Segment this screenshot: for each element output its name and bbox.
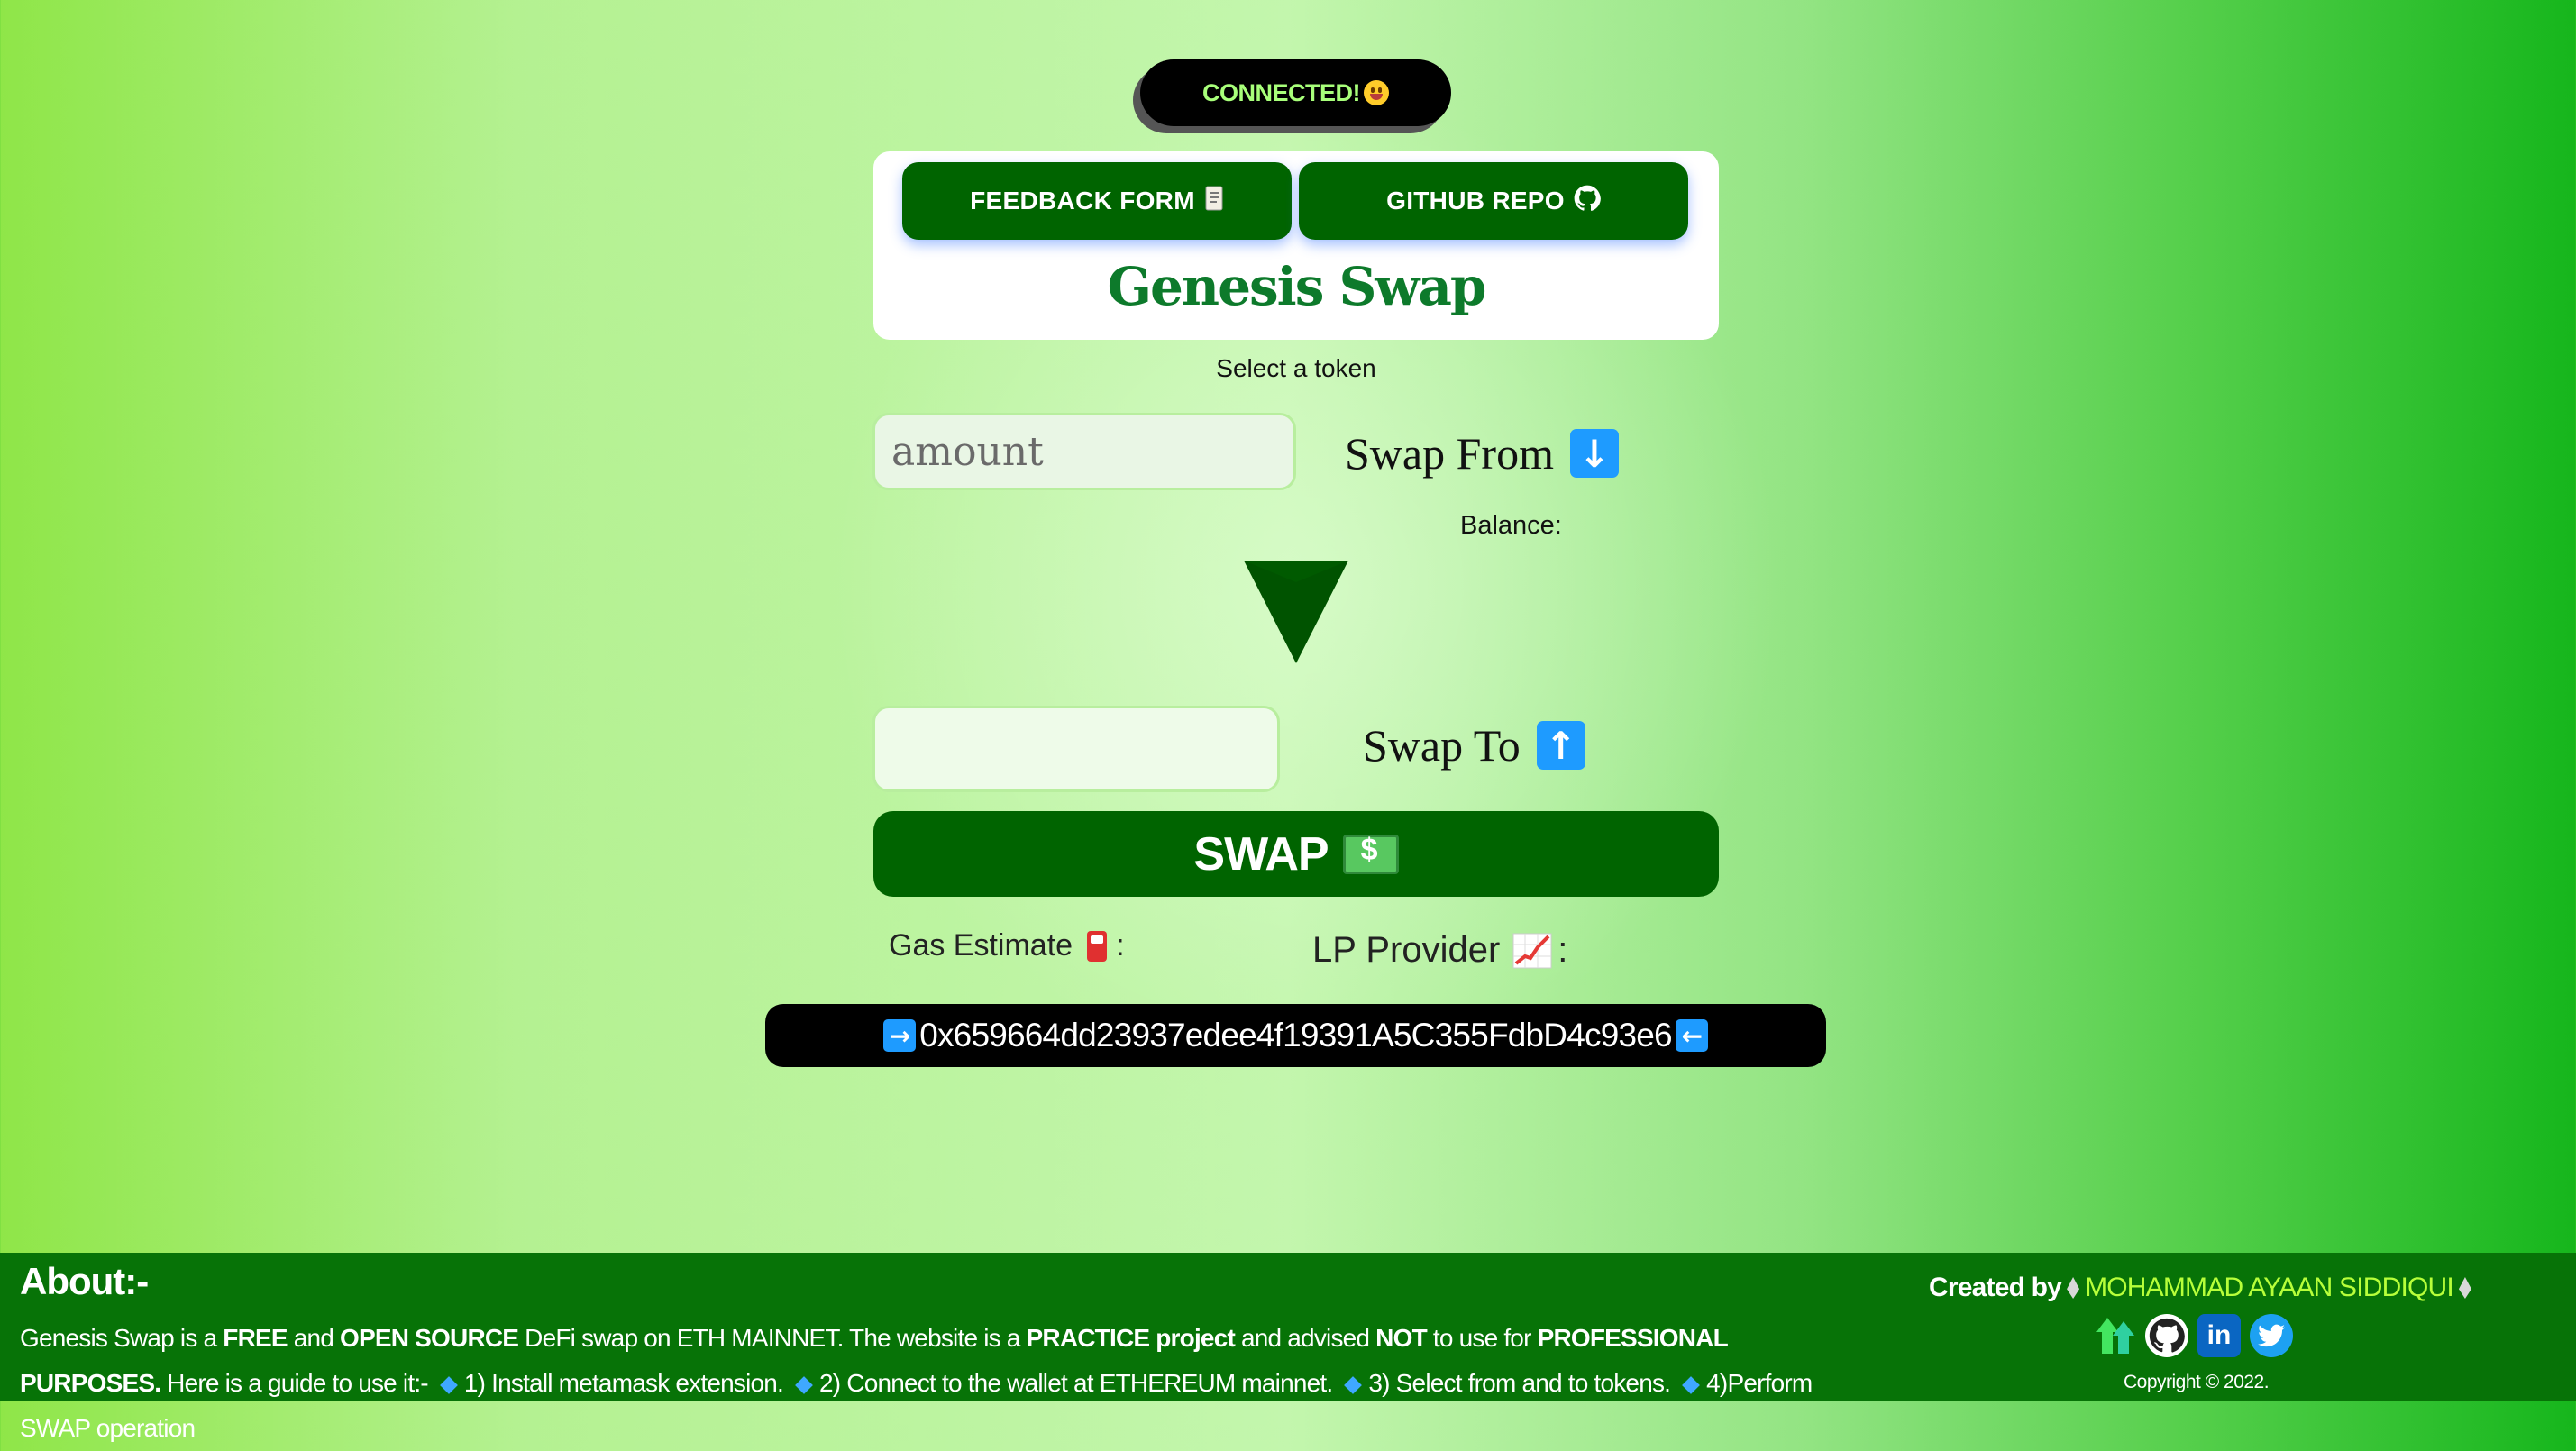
swap-from-label: Swap From [1345, 428, 1554, 479]
chevron-down-icon [1244, 561, 1348, 663]
about-text-part: DeFi swap on ETH MAINNET. The website is… [518, 1324, 1027, 1352]
lp-provider: LP Provider : [1312, 930, 1567, 971]
up-arrow-icon: ↑ [1536, 721, 1585, 770]
money-icon [1342, 833, 1399, 874]
swap-button[interactable]: SWAP [873, 811, 1719, 897]
about-text-part: and [287, 1324, 341, 1352]
amount-input[interactable] [872, 413, 1296, 490]
balance-label: Balance: [1460, 511, 1562, 540]
feedback-form-label: FEEDBACK FORM [970, 187, 1195, 214]
diamond-icon [439, 1375, 458, 1394]
github-repo-label: GITHUB REPO [1386, 187, 1565, 214]
linktree-icon[interactable] [2093, 1314, 2136, 1357]
about-text-part: and advised [1235, 1324, 1376, 1352]
about-text-bold: OPEN SOURCE [340, 1324, 519, 1352]
ethereum-icon [2458, 1277, 2471, 1299]
scroll-icon [1204, 186, 1224, 217]
github-repo-button[interactable]: GITHUB REPO [1299, 162, 1688, 240]
about-text-part: Genesis Swap is a [20, 1324, 224, 1352]
gas-estimate-separator: : [1116, 928, 1125, 963]
created-by-label: Created by [1929, 1273, 2062, 1302]
gas-estimate: Gas Estimate : [889, 928, 1125, 963]
diamond-icon [795, 1375, 813, 1394]
about-text: Genesis Swap is a FREE and OPEN SOURCE D… [20, 1316, 1859, 1451]
connected-label: CONNECTED! [1202, 78, 1361, 106]
lp-provider-label: LP Provider [1312, 930, 1501, 970]
wallet-address-bar[interactable]: → 0x659664dd23937edee4f19391A5C355FdbD4c… [765, 1004, 1826, 1067]
guide-step: 2) Connect to the wallet at ETHEREUM mai… [819, 1369, 1333, 1397]
twitter-icon[interactable] [2250, 1314, 2293, 1357]
left-arrow-icon: ← [1675, 1019, 1708, 1052]
gas-estimate-label: Gas Estimate [889, 928, 1073, 963]
swap-to-output[interactable] [872, 706, 1280, 792]
github-icon[interactable] [2145, 1314, 2188, 1357]
github-icon [1574, 185, 1601, 218]
swap-button-label: SWAP [1193, 827, 1329, 881]
guide-step: 1) Install metamask extension. [463, 1369, 784, 1397]
author-name: MOHAMMAD AYAAN SIDDIQUI [2085, 1273, 2454, 1302]
smiley-icon [1364, 80, 1389, 105]
swap-to-label: Swap To [1363, 720, 1521, 771]
about-text-bold: PRACTICE project [1026, 1324, 1236, 1352]
chart-up-icon [1512, 933, 1552, 968]
wallet-address: 0x659664dd23937edee4f19391A5C355FdbD4c93… [919, 1017, 1672, 1054]
fuel-pump-icon [1087, 930, 1108, 962]
page-title: Genesis Swap [1107, 256, 1487, 317]
created-by: Created by MOHAMMAD AYAAN SIDDIQUI [1929, 1273, 2477, 1303]
swap-from-selector[interactable]: Swap From ↓ [1345, 427, 1619, 479]
about-title: About:- [20, 1260, 149, 1302]
copyright: Copyright © 2022. [2124, 1372, 2270, 1392]
lp-provider-separator: : [1557, 930, 1568, 970]
about-text-bold: FREE [223, 1324, 288, 1352]
ethereum-icon [2067, 1277, 2080, 1299]
linkedin-icon[interactable]: in [2197, 1314, 2241, 1357]
feedback-form-button[interactable]: FEEDBACK FORM [902, 162, 1292, 240]
down-arrow-icon: ↓ [1569, 429, 1619, 478]
about-text-part: Here is a guide to use it:- [160, 1369, 428, 1397]
about-text-bold: NOT [1375, 1324, 1428, 1352]
connected-status-button[interactable]: CONNECTED! [1140, 59, 1451, 126]
diamond-icon [1344, 1375, 1363, 1394]
footer: About:- Genesis Swap is a FREE and OPEN … [0, 1253, 2576, 1442]
right-arrow-icon: → [883, 1019, 917, 1052]
select-token-label: Select a token [1216, 354, 1376, 382]
header-card: FEEDBACK FORM GITHUB REPO Genesis Swap [873, 151, 1719, 340]
guide-step: 3) Select from and to tokens. [1368, 1369, 1671, 1397]
about-text-part: to use for [1426, 1324, 1538, 1352]
social-links: in [2093, 1314, 2293, 1357]
diamond-icon [1682, 1375, 1701, 1394]
swap-to-selector[interactable]: Swap To ↑ [1363, 719, 1585, 771]
